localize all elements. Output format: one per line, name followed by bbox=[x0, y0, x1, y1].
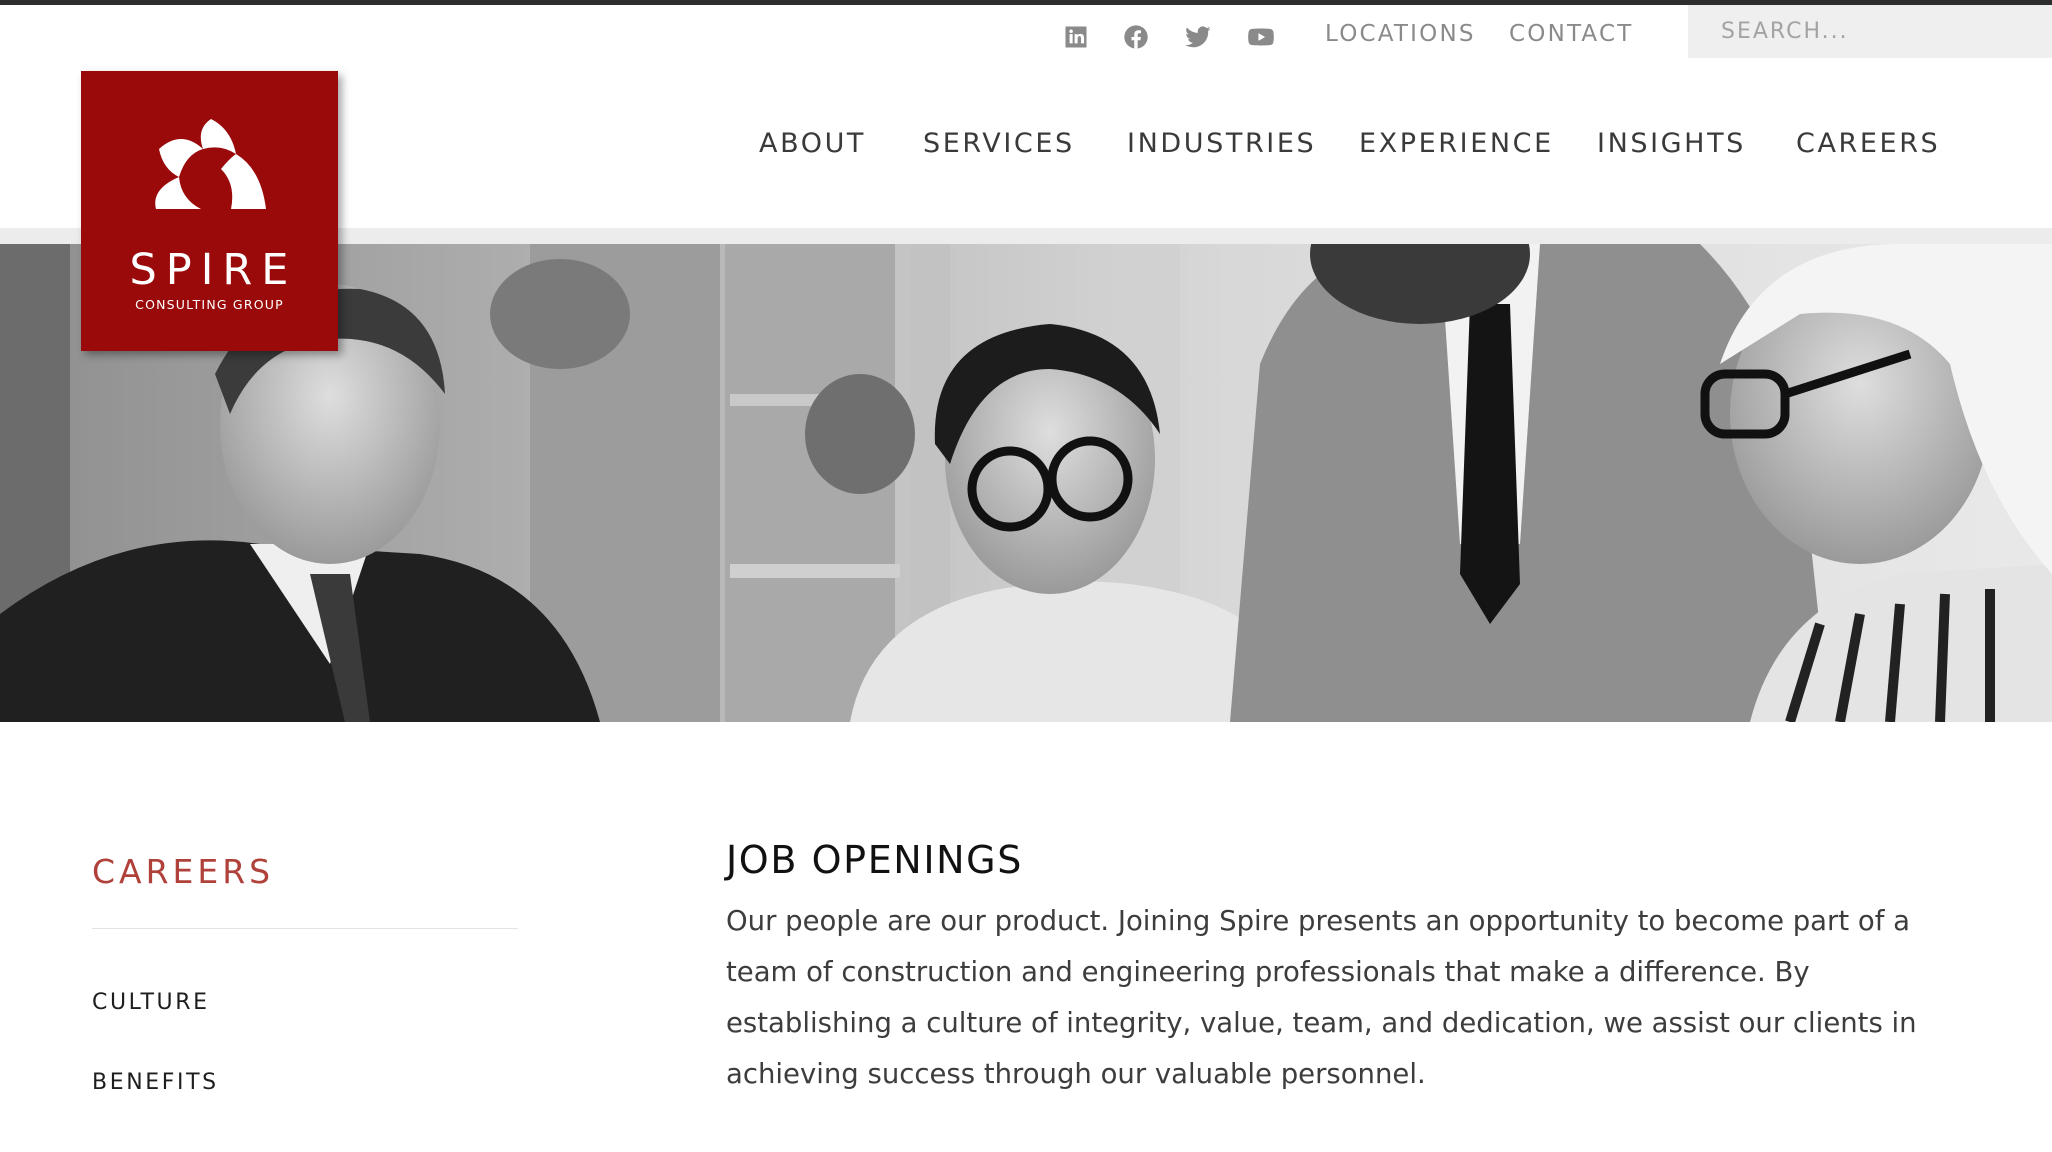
twitter-icon[interactable] bbox=[1181, 20, 1215, 54]
search-input[interactable] bbox=[1688, 5, 2052, 58]
contact-link[interactable]: CONTACT bbox=[1509, 21, 1633, 47]
locations-link[interactable]: LOCATIONS bbox=[1325, 21, 1476, 47]
nav-experience[interactable]: EXPERIENCE bbox=[1359, 128, 1554, 159]
youtube-icon[interactable] bbox=[1244, 20, 1278, 54]
intro-paragraph: Our people are our product. Joining Spir… bbox=[726, 905, 1917, 1090]
nav-services[interactable]: SERVICES bbox=[923, 128, 1075, 159]
linkedin-icon[interactable] bbox=[1059, 20, 1093, 54]
nav-industries[interactable]: INDUSTRIES bbox=[1127, 128, 1316, 159]
nav-insights[interactable]: INSIGHTS bbox=[1597, 128, 1746, 159]
spire-logo-mark bbox=[155, 119, 266, 209]
sidebar-item-benefits[interactable]: BENEFITS bbox=[92, 1070, 219, 1095]
spire-logo[interactable]: SPIRE CONSULTING GROUP bbox=[81, 71, 338, 351]
sidebar-divider bbox=[92, 928, 518, 929]
nav-about[interactable]: ABOUT bbox=[759, 128, 866, 159]
sidebar-title: CAREERS bbox=[92, 852, 275, 891]
nav-careers[interactable]: CAREERS bbox=[1796, 128, 1940, 159]
page-title: JOB OPENINGS bbox=[726, 838, 1023, 882]
sidebar-item-culture[interactable]: CULTURE bbox=[92, 990, 210, 1015]
facebook-icon[interactable] bbox=[1119, 20, 1153, 54]
logo-name: SPIRE bbox=[129, 245, 298, 295]
logo-tagline: CONSULTING GROUP bbox=[135, 297, 284, 312]
